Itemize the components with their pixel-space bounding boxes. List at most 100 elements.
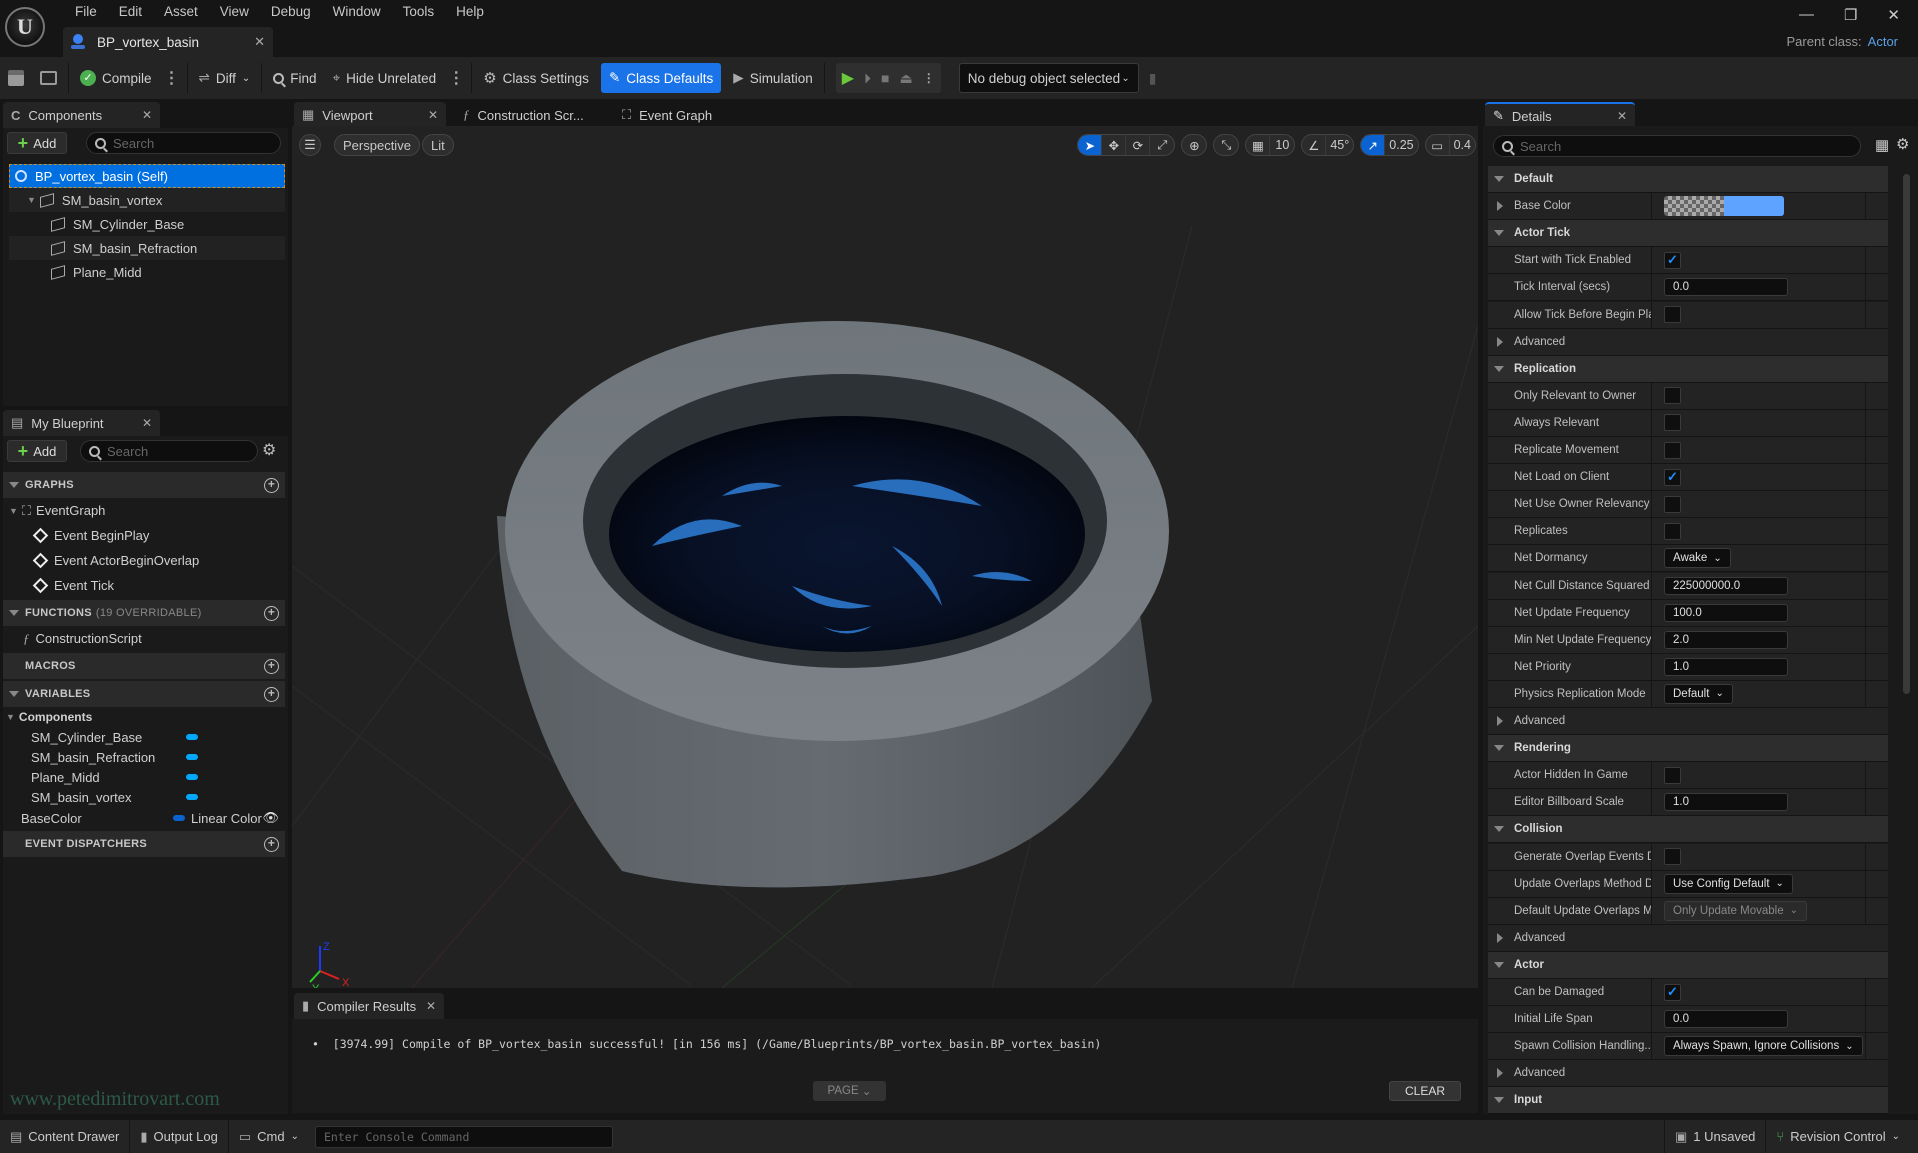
category-replication[interactable]: Replication	[1488, 355, 1888, 383]
menu-debug[interactable]: Debug	[260, 3, 322, 21]
checkbox[interactable]: ✓	[1664, 983, 1681, 1001]
tree-item-sm-basin-refraction[interactable]: SM_basin_Refraction	[9, 236, 285, 260]
page-dropdown[interactable]: PAGE ⌄	[813, 1081, 886, 1101]
add-function-icon[interactable]: +	[264, 605, 279, 621]
blueprint-search-input[interactable]: Search	[80, 440, 258, 462]
view-mode-button[interactable]: Lit	[422, 134, 454, 156]
macros-section[interactable]: MACROS +	[3, 653, 285, 679]
category-input[interactable]: Input	[1488, 1087, 1888, 1115]
details-search-input[interactable]: Search	[1493, 135, 1861, 157]
components-tab[interactable]: C Components ✕	[3, 102, 160, 128]
dropdown[interactable]: Always Spawn, Ignore Collisions ⌄	[1664, 1036, 1863, 1057]
document-tab[interactable]: BP_vortex_basin ✕	[63, 27, 273, 57]
checkbox[interactable]	[1664, 766, 1681, 784]
graphs-section[interactable]: GRAPHS +	[3, 472, 285, 498]
event-item[interactable]: Event BeginPlay	[3, 523, 285, 548]
number-field[interactable]: 0.0	[1664, 278, 1788, 297]
event-item[interactable]: Event ActorBeginOverlap	[3, 548, 285, 573]
event-dispatchers-section[interactable]: EVENT DISPATCHERS +	[3, 831, 285, 857]
event-item[interactable]: Event Tick	[3, 573, 285, 598]
save-button[interactable]	[0, 63, 32, 93]
restore-icon[interactable]: ❐	[1844, 6, 1857, 24]
tree-item-self[interactable]: BP_vortex_basin (Self)	[9, 164, 285, 188]
expand-arrow-icon[interactable]	[1497, 201, 1503, 212]
checkbox[interactable]	[1664, 848, 1681, 865]
translate-mode-icon[interactable]: ✥	[1102, 135, 1127, 155]
content-drawer-button[interactable]: ▤ Content Drawer	[0, 1120, 131, 1153]
browse-button[interactable]	[32, 63, 65, 93]
variables-section[interactable]: VARIABLES +	[3, 681, 285, 707]
cmd-dropdown[interactable]: ▭ Cmd ⌄	[229, 1120, 309, 1153]
eject-icon[interactable]: ⏏	[900, 70, 913, 87]
checkbox[interactable]: ✓	[1664, 468, 1681, 486]
unsaved-button[interactable]: ▣ 1 Unsaved	[1665, 1120, 1767, 1153]
diff-button[interactable]: ⇌ Diff ⌄	[191, 63, 259, 93]
revision-control-button[interactable]: ⑂ Revision Control ⌄	[1766, 1120, 1918, 1153]
property-advanced[interactable]: Advanced	[1488, 328, 1888, 356]
rotation-snap-group[interactable]: ∠ 45°	[1301, 134, 1355, 156]
variable-item[interactable]: SM_basin_vortex	[3, 787, 285, 807]
details-scrollbar[interactable]	[1903, 174, 1910, 694]
variable-item[interactable]: SM_basin_Refraction	[3, 747, 285, 767]
console-command-input[interactable]: Enter Console Command	[314, 1125, 613, 1148]
function-item[interactable]: ƒ ConstructionScript	[3, 626, 285, 651]
add-graph-icon[interactable]: +	[264, 477, 279, 493]
number-field[interactable]: 1.0	[1664, 793, 1788, 812]
output-log-button[interactable]: ▮ Output Log	[130, 1120, 229, 1153]
parent-class-link[interactable]: Actor	[1868, 34, 1898, 49]
close-window-icon[interactable]: ✕	[1887, 6, 1900, 24]
number-field[interactable]: 100.0	[1664, 603, 1788, 622]
compiler-results-tab[interactable]: ▮ Compiler Results ✕	[294, 993, 444, 1019]
scale-mode-icon[interactable]: ⤢	[1150, 135, 1174, 155]
category-default[interactable]: Default	[1488, 166, 1888, 193]
add-component-button[interactable]: + Add	[7, 132, 67, 154]
details-settings-gear-icon[interactable]: ⚙	[1896, 135, 1909, 153]
eye-icon[interactable]: 👁	[262, 810, 279, 826]
variable-item-basecolor[interactable]: BaseColor Linear Color 👁	[3, 807, 285, 829]
close-tab-icon[interactable]: ✕	[254, 34, 265, 50]
add-variable-icon[interactable]: +	[264, 686, 279, 702]
variable-item[interactable]: Plane_Midd	[3, 767, 285, 787]
grid-snap-group[interactable]: ▦ 10	[1245, 134, 1296, 156]
compile-button[interactable]: ✓ Compile	[72, 63, 160, 93]
menu-tools[interactable]: Tools	[392, 3, 446, 21]
property-advanced[interactable]: Advanced	[1488, 924, 1888, 952]
number-field[interactable]: 2.0	[1664, 630, 1788, 649]
surface-snap-toggle[interactable]: ⤡	[1213, 134, 1240, 156]
category-actor[interactable]: Actor	[1488, 951, 1888, 979]
viewport[interactable]: Z X Y ☰ Perspective Lit ➤ ✥ ⟳ ⤢ ⊕ ⤡ ▦ 10 …	[292, 126, 1478, 988]
tab-event-graph[interactable]: ⛶ Event Graph	[614, 102, 754, 128]
find-button[interactable]: Find	[265, 63, 324, 93]
property-matrix-icon[interactable]: ▦	[1875, 136, 1889, 154]
scale-snap-group[interactable]: ↗ 0.25	[1360, 134, 1419, 156]
my-blueprint-tab[interactable]: ▤ My Blueprint ✕	[3, 410, 160, 436]
tree-item-plane-midd[interactable]: Plane_Midd	[9, 260, 285, 284]
components-group[interactable]: ▼ Components	[3, 707, 285, 727]
unreal-logo-icon[interactable]: U	[5, 7, 45, 47]
step-icon[interactable]: ⏵	[864, 70, 871, 87]
viewport-options-button[interactable]: ☰	[299, 134, 321, 156]
stop-icon[interactable]: ■	[881, 70, 889, 86]
components-search-input[interactable]: Search	[86, 132, 281, 154]
dropdown[interactable]: Awake ⌄	[1664, 548, 1731, 569]
tab-construction-script[interactable]: ƒ Construction Scr...	[455, 102, 605, 128]
checkbox[interactable]	[1664, 522, 1681, 540]
rotate-mode-icon[interactable]: ⟳	[1126, 135, 1151, 155]
menu-edit[interactable]: Edit	[108, 3, 153, 21]
play-icon[interactable]: ▶	[842, 68, 854, 88]
number-field[interactable]: 1.0	[1664, 657, 1788, 676]
dropdown[interactable]: Use Config Default ⌄	[1664, 873, 1793, 894]
add-dispatcher-icon[interactable]: +	[264, 836, 279, 852]
perspective-button[interactable]: Perspective	[334, 134, 420, 156]
minimize-icon[interactable]: —	[1799, 6, 1814, 24]
play-options-icon[interactable]: ⋮	[923, 71, 935, 85]
class-defaults-button[interactable]: ✎ Class Defaults	[600, 63, 722, 93]
close-panel-icon[interactable]: ✕	[142, 108, 152, 122]
number-field[interactable]: 0.0	[1664, 1010, 1788, 1029]
property-advanced[interactable]: Advanced	[1488, 1060, 1888, 1088]
select-mode-icon[interactable]: ➤	[1078, 135, 1103, 155]
debug-browse-icon[interactable]: ▮	[1149, 70, 1157, 87]
color-swatch[interactable]	[1664, 196, 1784, 217]
dropdown[interactable]: Default ⌄	[1664, 683, 1733, 704]
debug-object-dropdown[interactable]: No debug object selected ⌄	[958, 63, 1139, 93]
